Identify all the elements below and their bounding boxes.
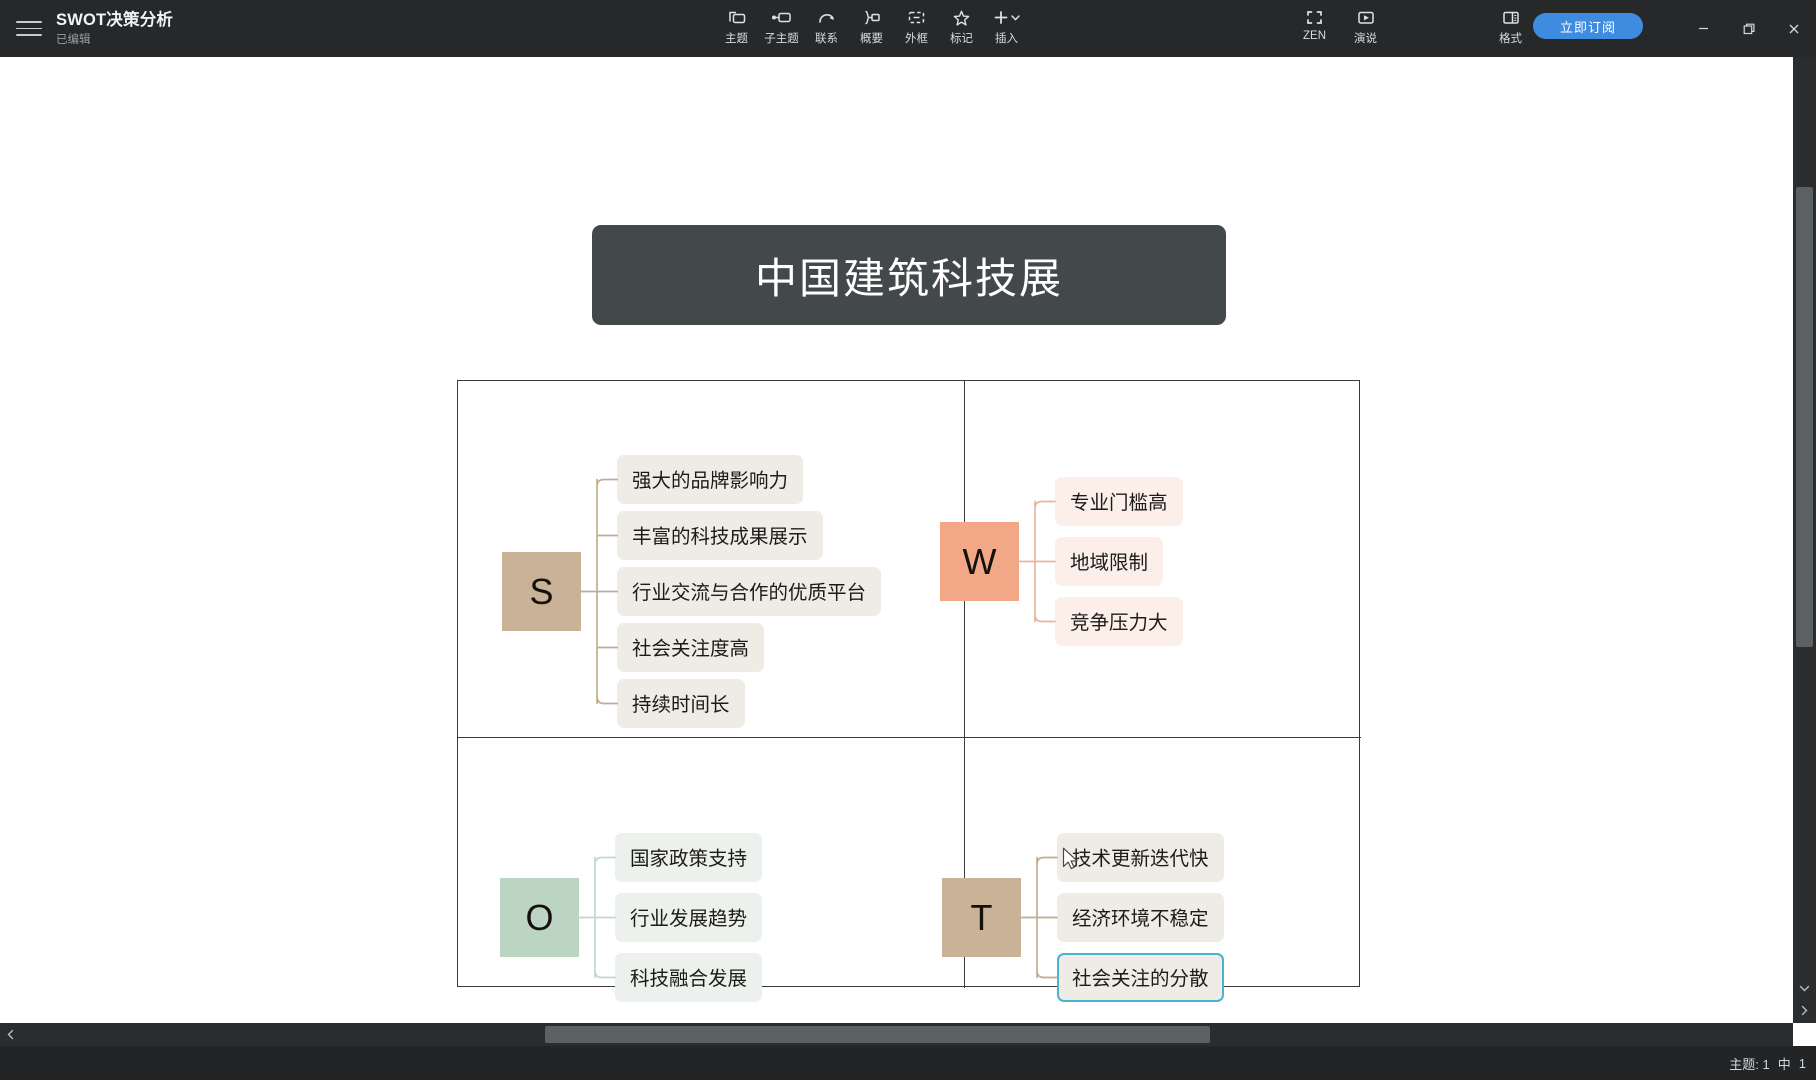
zen-mode-icon	[1305, 8, 1324, 27]
node-letter-w-label: W	[962, 540, 997, 582]
branch-opportunities: O 国家政策支持 行业发展趋势 科技融合发展	[500, 833, 763, 1002]
chevron-down-icon[interactable]	[1793, 977, 1816, 999]
root-node[interactable]: 中国建筑科技展	[592, 225, 1226, 325]
toolbar-item-presentation[interactable]: 演说	[1343, 4, 1388, 48]
toolbar-item-format[interactable]: 格式	[1488, 4, 1533, 48]
node-letter-s[interactable]: S	[502, 552, 581, 631]
main-toolbar: 主题 子主题 联系 概要 外框 标记 插入	[714, 4, 1029, 48]
toolbar-item-topic-label: 主题	[725, 33, 748, 45]
leaf-node[interactable]: 技术更新迭代快	[1057, 833, 1224, 882]
leaf-list-strengths: 强大的品牌影响力 丰富的科技成果展示行业交流与合作的优质平台 社会关注度高 持续时间长	[617, 455, 882, 728]
branch-strengths: S 强大的品牌影响力 丰富的科技成果展示行业交流与合作的优质平台 社会关注度高 持续时…	[502, 455, 882, 728]
status-extra-count: 1	[1798, 1055, 1806, 1071]
chevron-right-scroll-icon[interactable]	[1793, 999, 1816, 1021]
leaf-node[interactable]: 社会关注度高	[617, 623, 765, 672]
status-bar: 主题: 1 中 1	[0, 1046, 1816, 1080]
branch-connector-lines	[578, 856, 616, 979]
node-letter-t-label: T	[970, 896, 993, 938]
toolbar-item-insert-label: 插入	[995, 33, 1018, 45]
leaf-node[interactable]: 经济环境不稳定	[1057, 893, 1224, 942]
format-toolbar: 格式	[1488, 4, 1533, 48]
branch-connector-s	[580, 455, 618, 728]
node-letter-o-label: O	[525, 896, 554, 938]
node-letter-w[interactable]: W	[940, 522, 1019, 601]
root-node-label: 中国建筑科技展	[754, 254, 1063, 302]
format-panel-icon	[1501, 8, 1521, 27]
toolbar-item-presentation-label: 演说	[1354, 33, 1377, 45]
close-icon[interactable]	[1771, 9, 1816, 49]
leaf-node[interactable]: 社会关注的分散	[1057, 953, 1224, 1002]
horizontal-scrollbar[interactable]	[0, 1023, 1793, 1046]
leaf-node[interactable]: 行业发展趋势	[615, 893, 763, 942]
toolbar-item-boundary-label: 外框	[905, 33, 928, 45]
leaf-node[interactable]: 地域限制	[1055, 537, 1164, 586]
branch-connector-lines	[1020, 856, 1058, 979]
toolbar-item-summary[interactable]: 概要	[849, 4, 894, 48]
branch-weaknesses: W 专业门槛高地域限制竞争压力大	[940, 477, 1183, 646]
toolbar-item-format-label: 格式	[1499, 33, 1522, 45]
leaf-node[interactable]: 国家政策支持	[615, 833, 763, 882]
branch-connector-w	[1018, 477, 1056, 646]
toolbar-item-boundary[interactable]: 外框	[894, 4, 939, 48]
branch-connector-lines	[1018, 500, 1056, 623]
node-letter-o[interactable]: O	[500, 878, 579, 957]
frame-horizontal-divider	[458, 737, 1361, 739]
toolbar-item-relation[interactable]: 联系	[804, 4, 849, 48]
branch-connector-t	[1020, 833, 1058, 1002]
leaf-node[interactable]: 科技融合发展	[615, 953, 763, 1002]
summary-icon	[861, 8, 882, 27]
relation-icon	[817, 8, 837, 27]
boundary-icon	[907, 8, 926, 27]
view-toolbar: ZEN 演说	[1292, 4, 1388, 48]
leaf-node[interactable]: 强大的品牌影响力	[617, 455, 804, 504]
document-meta: SWOT决策分析 已编辑	[56, 10, 173, 47]
minimize-icon[interactable]	[1681, 9, 1726, 49]
status-ime-indicator[interactable]: 中	[1778, 1054, 1791, 1073]
restore-icon[interactable]	[1726, 9, 1771, 49]
leaf-node[interactable]: 专业门槛高	[1055, 477, 1183, 526]
insert-plus-icon	[992, 8, 1022, 27]
toolbar-item-marker-label: 标记	[950, 33, 973, 45]
toolbar-item-marker[interactable]: 标记	[939, 4, 984, 48]
branch-threats: T 技术更新迭代快 经济环境不稳定 社会关注的分散	[942, 833, 1224, 1002]
toolbar-item-zen-label: ZEN	[1303, 30, 1326, 42]
node-letter-t[interactable]: T	[942, 878, 1021, 957]
toolbar-item-subtopic[interactable]: 子主题	[759, 4, 804, 48]
vertical-scrollbar[interactable]	[1793, 57, 1816, 1023]
mindmap-canvas[interactable]: 中国建筑科技展 S 强大的品牌影响力 丰富的科技成果展示 行业交流与合作的优质平台社…	[0, 57, 1793, 1023]
mouse-cursor-icon	[1062, 847, 1080, 877]
page-title: SWOT决策分析	[56, 11, 174, 29]
node-letter-s-label: S	[529, 570, 554, 612]
toolbar-item-relation-label: 联系	[815, 33, 838, 45]
toolbar-item-subtopic-label: 子主题	[764, 33, 799, 45]
branch-connector-o	[578, 833, 616, 1002]
leaf-list-opportunities: 国家政策支持 行业发展趋势 科技融合发展	[615, 833, 763, 1002]
subscribe-button[interactable]: 立即订阅	[1533, 13, 1643, 39]
leaf-list-weaknesses: 专业门槛高地域限制竞争压力大	[1055, 477, 1183, 646]
toolbar-item-zen[interactable]: ZEN	[1292, 4, 1337, 44]
subtopic-icon	[771, 8, 793, 27]
document-save-state: 已编辑	[56, 33, 91, 46]
vertical-scrollbar-thumb[interactable]	[1796, 187, 1813, 647]
toolbar-item-topic[interactable]: 主题	[714, 4, 759, 48]
leaf-node[interactable]: 丰富的科技成果展示	[617, 511, 823, 560]
branch-connector-lines	[580, 478, 618, 705]
toolbar-item-summary-label: 概要	[860, 33, 883, 45]
marker-star-icon	[952, 8, 971, 27]
toolbar-item-insert[interactable]: 插入	[984, 4, 1029, 48]
horizontal-scrollbar-thumb[interactable]	[545, 1026, 1210, 1043]
status-topic-count: 主题: 1	[1729, 1056, 1770, 1072]
topic-icon	[727, 8, 746, 27]
presentation-play-icon	[1356, 8, 1376, 27]
leaf-node[interactable]: 竞争压力大	[1055, 597, 1183, 646]
chevron-left-icon[interactable]	[0, 1023, 20, 1046]
leaf-list-threats: 技术更新迭代快 经济环境不稳定 社会关注的分散	[1057, 833, 1224, 1002]
title-bar: SWOT决策分析 已编辑 主题 子主题 联系 概要 外框 标记 插入 ZEN 演…	[0, 0, 1816, 57]
window-controls	[1681, 0, 1816, 57]
leaf-node[interactable]: 行业交流与合作的优质平台	[617, 567, 882, 616]
hamburger-menu-icon[interactable]	[16, 19, 42, 39]
leaf-node[interactable]: 持续时间长	[617, 679, 745, 728]
